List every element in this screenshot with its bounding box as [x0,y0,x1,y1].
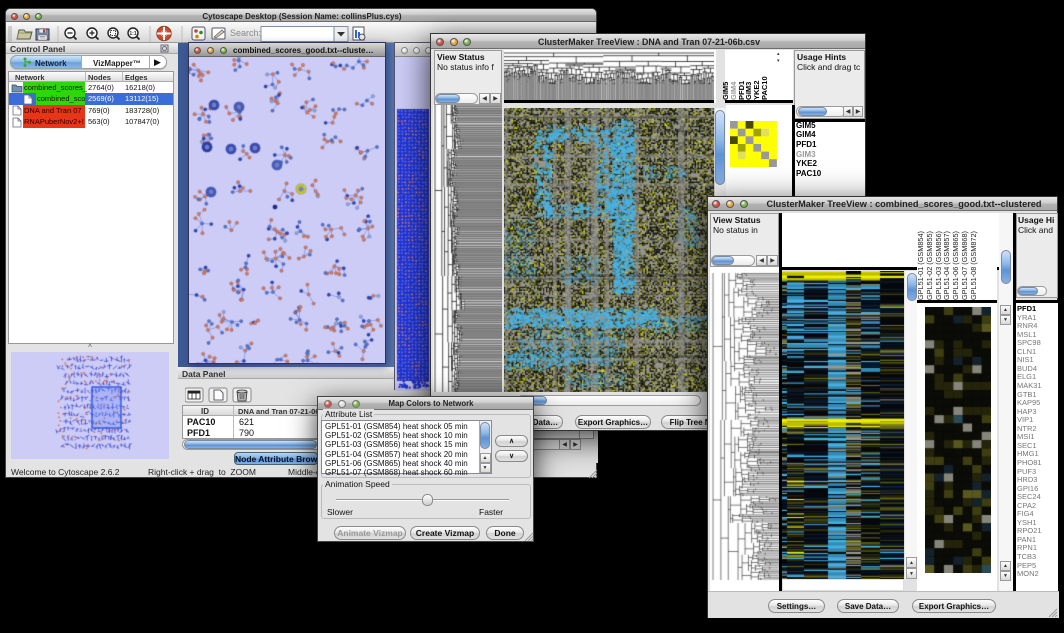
svg-text:Search:: Search: [230,28,261,38]
svg-text:1:1: 1:1 [129,31,136,37]
